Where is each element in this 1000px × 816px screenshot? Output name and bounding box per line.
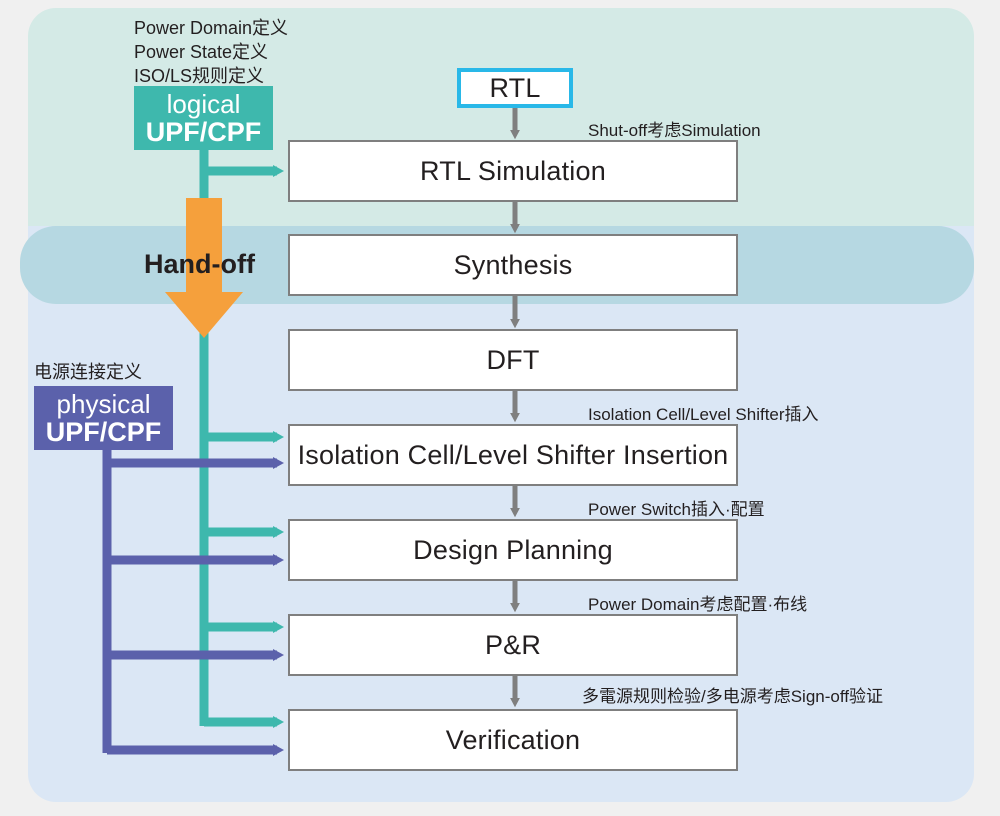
handoff-label: Hand-off [144, 249, 255, 279]
low-power-design-flow-diagram: Power Domain定义 Power State定义 ISO/LS规则定义 … [0, 0, 1000, 816]
physical-upf-cpf-line2: UPF/CPF [45, 417, 162, 448]
spec-item-iso-ls-rule: ISO/LS规则定义 [134, 66, 265, 86]
step-label-rtl-simulation: Shut-off考虑Simulation [588, 121, 761, 140]
flow-box-isolation-insertion[interactable]: Isolation Cell/Level Shifter Insertion [288, 424, 738, 486]
flow-box-rtl[interactable]: RTL [457, 68, 573, 108]
flow-box-verification[interactable]: Verification [288, 709, 738, 771]
flow-box-rtl-simulation[interactable]: RTL Simulation [288, 140, 738, 202]
logical-upf-cpf-line2: UPF/CPF [145, 117, 262, 148]
spec-item-power-state: Power State定义 [134, 42, 269, 62]
logical-upf-cpf-line1: logical [166, 88, 241, 119]
step-label-isolation: Isolation Cell/Level Shifter插入 [588, 405, 819, 424]
flow-box-synthesis[interactable]: Synthesis [288, 234, 738, 296]
physical-upf-cpf-line1: physical [56, 388, 151, 419]
physical-caption: 电源连接定义 [34, 362, 142, 382]
logical-upf-cpf-box[interactable]: logical UPF/CPF [134, 86, 273, 150]
flow-box-design-planning[interactable]: Design Planning [288, 519, 738, 581]
step-label-pnr: Power Domain考虑配置·布线 [588, 595, 808, 614]
spec-item-power-domain: Power Domain定义 [134, 18, 289, 38]
step-label-verification: 多電源规则检验/多电源考虑Sign-off验证 [582, 687, 884, 706]
step-label-design-planning: Power Switch插入·配置 [588, 500, 765, 519]
physical-upf-cpf-box[interactable]: physical UPF/CPF [34, 386, 173, 450]
flow-box-dft[interactable]: DFT [288, 329, 738, 391]
logical-spec-list: Power Domain定义 Power State定义 ISO/LS规则定义 [134, 16, 288, 88]
flow-box-pnr[interactable]: P&R [288, 614, 738, 676]
